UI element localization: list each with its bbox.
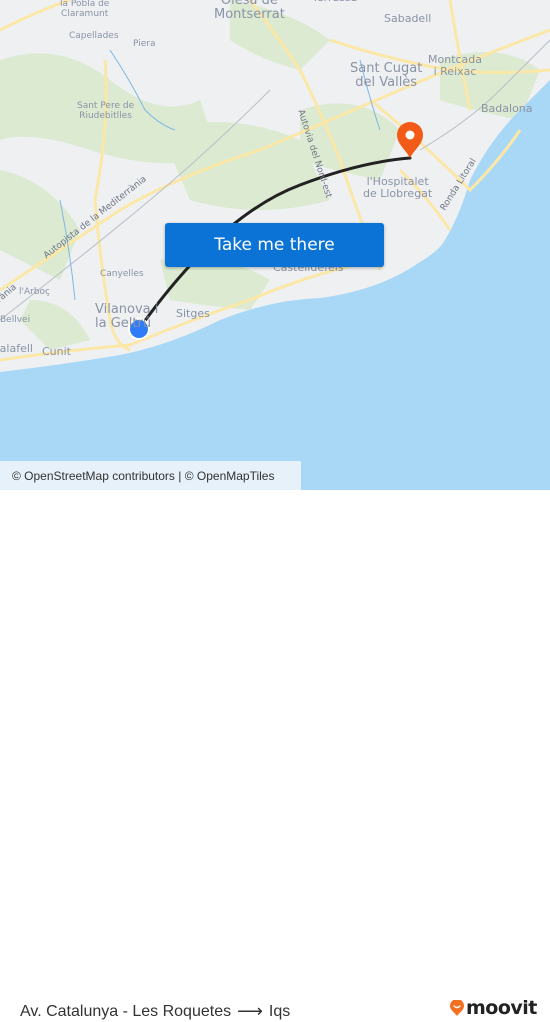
place-label: l'Arboç [19, 287, 50, 297]
place-label: Terrassa [312, 0, 357, 4]
place-label: Sitges [176, 307, 210, 320]
moovit-logo[interactable]: moovit [450, 997, 537, 1019]
place-label: Calafell [0, 342, 33, 355]
place-label: Olesa de Montserrat [214, 0, 285, 23]
footer: Av. Catalunya - Les Roquetes ⟶ Iqs moovi… [0, 490, 550, 1021]
place-label: l'Hospitalet de Llobregat [363, 175, 433, 201]
place-label: la Pobla de Claramunt [60, 0, 110, 19]
place-label: Capellades [69, 31, 119, 41]
map[interactable]: la Pobla de Claramunt Capellades Piera O… [0, 0, 550, 490]
attribution-text: © OpenStreetMap contributors | © OpenMap… [12, 468, 275, 483]
take-me-there-button[interactable]: Take me there [165, 223, 384, 267]
place-label: Badalona [481, 102, 533, 115]
place-label: Sant Cugat del Vallès [350, 61, 423, 91]
place-label: Cunit [42, 345, 71, 358]
place-label: Canyelles [100, 269, 144, 279]
destination-name: Iqs [268, 1002, 291, 1020]
destination-pin-icon[interactable] [397, 122, 423, 158]
map-attribution[interactable]: © OpenStreetMap contributors | © OpenMap… [0, 461, 301, 490]
arrow-right-icon: ⟶ [237, 1001, 263, 1021]
place-label: Sant Pere de Riudebitlles [77, 101, 135, 121]
place-label: Vilanova i la Geltrú [95, 302, 159, 332]
origin-name: Av. Catalunya - Les Roquetes [20, 1002, 232, 1020]
take-me-there-label: Take me there [214, 235, 335, 255]
place-label: Piera [133, 39, 156, 49]
moovit-pin-icon [450, 1000, 464, 1016]
place-label: Montcada i Reixac [428, 53, 483, 79]
moovit-wordmark: moovit [466, 997, 537, 1019]
place-label: Bellvei [0, 315, 31, 325]
place-label: Sabadell [384, 12, 432, 25]
route-title: Av. Catalunya - Les Roquetes ⟶ Iqs [20, 1001, 290, 1022]
